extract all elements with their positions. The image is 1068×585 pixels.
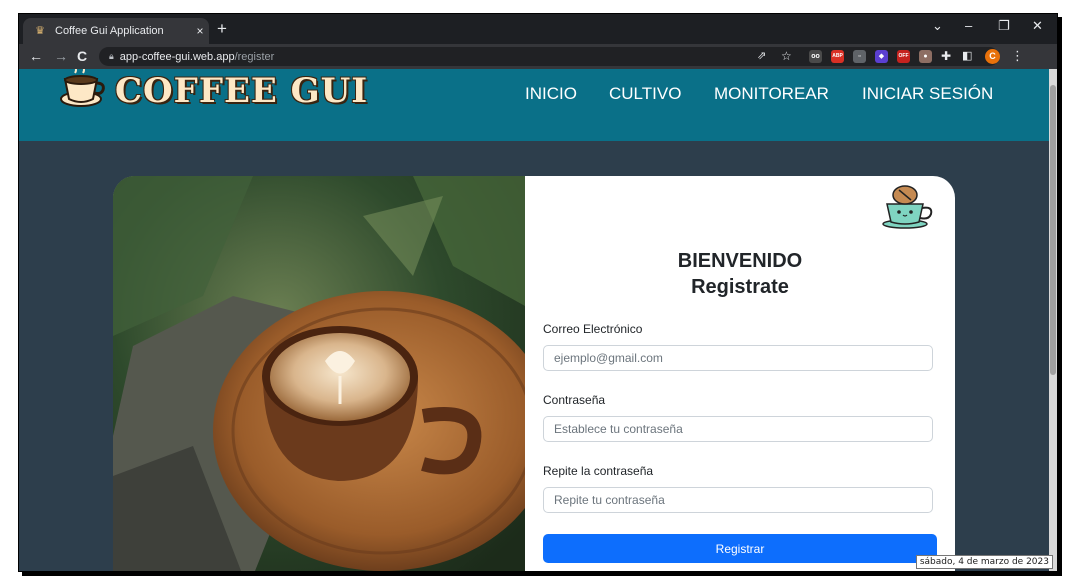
password-field[interactable] — [543, 416, 933, 442]
close-window-button[interactable]: ✕ — [1032, 18, 1043, 34]
forward-button[interactable]: → — [54, 48, 68, 64]
register-card: BIENVENIDO Registrate Correo Electrónico… — [113, 176, 955, 571]
minimize-button[interactable]: – — [965, 18, 972, 33]
coffee-favicon-icon: ♛ — [35, 25, 45, 37]
nav-link-monitorear[interactable]: MONITOREAR — [714, 84, 829, 104]
web-page: COFFEE GUI INICIO CULTIVO MONITOREAR INI… — [19, 69, 1049, 571]
back-button[interactable]: ← — [29, 48, 43, 64]
menu-dots-icon[interactable]: ⋮ — [1011, 48, 1024, 64]
tab-search-icon[interactable]: ⌄ — [932, 18, 943, 34]
extension-cookie-icon[interactable]: ● — [919, 50, 932, 63]
register-form: BIENVENIDO Registrate Correo Electrónico… — [525, 176, 955, 571]
coffee-mascot-icon — [882, 185, 933, 229]
lock-icon: 🔒︎ — [109, 51, 114, 61]
tab-close-icon[interactable]: × — [191, 24, 209, 38]
address-toolbar: ← → C 🔒︎ app-coffee-gui.web.app/register… — [19, 44, 1057, 69]
register-button[interactable]: Registrar — [543, 534, 937, 563]
repeat-password-label: Repite la contraseña — [543, 464, 654, 478]
email-field[interactable] — [543, 345, 933, 371]
browser-tab[interactable]: ♛ Coffee Gui Application × — [23, 18, 209, 44]
date-tooltip: sábado, 4 de marzo de 2023 — [915, 555, 1053, 569]
browser-window: ♛ Coffee Gui Application × + ⌄ – ❐ ✕ ← →… — [18, 13, 1058, 572]
nav-link-inicio[interactable]: INICIO — [525, 84, 577, 104]
profile-avatar[interactable]: C — [985, 49, 1000, 64]
puzzle-icon[interactable]: ✚ — [941, 48, 951, 64]
title-bienvenido: BIENVENIDO — [677, 250, 803, 272]
extension-glasses-icon[interactable]: oo — [809, 50, 822, 63]
scrollbar-thumb[interactable] — [1050, 85, 1056, 375]
password-label: Contraseña — [543, 393, 606, 407]
repeat-password-field[interactable] — [543, 487, 933, 513]
sidepanel-icon[interactable]: ◧ — [962, 48, 972, 64]
page-scrollbar[interactable] — [1049, 69, 1057, 571]
brand-title[interactable]: COFFEE GUI — [115, 71, 368, 111]
site-navbar: COFFEE GUI INICIO CULTIVO MONITOREAR INI… — [19, 69, 1049, 141]
title-registrate: Registrate — [691, 276, 789, 298]
restore-button[interactable]: ❐ — [998, 18, 1010, 34]
share-icon[interactable]: ⇗ — [757, 48, 766, 64]
nav-link-iniciar-sesion[interactable]: INICIAR SESIÓN — [862, 84, 993, 104]
reload-button[interactable]: C — [77, 48, 87, 64]
new-tab-button[interactable]: + — [217, 20, 227, 38]
star-icon[interactable]: ☆ — [781, 48, 792, 64]
coffee-cup-icon — [60, 69, 105, 107]
extension-abp-icon[interactable]: ABP — [831, 50, 844, 63]
email-label: Correo Electrónico — [543, 322, 643, 336]
tab-title: Coffee Gui Application — [55, 25, 164, 37]
nav-link-cultivo[interactable]: CULTIVO — [609, 84, 681, 104]
extension-gem-icon[interactable]: ◆ — [875, 50, 888, 63]
welcome-heading: BIENVENIDO Registrate — [525, 248, 955, 300]
tab-bar: ♛ Coffee Gui Application × + ⌄ – ❐ ✕ — [19, 14, 1057, 44]
extension-box-icon[interactable]: ▫ — [853, 50, 866, 63]
extension-off-icon[interactable]: OFF — [897, 50, 910, 63]
url-path: /register — [234, 50, 275, 63]
coffee-photo — [113, 176, 525, 571]
url-host: app-coffee-gui.web.app — [119, 50, 235, 63]
